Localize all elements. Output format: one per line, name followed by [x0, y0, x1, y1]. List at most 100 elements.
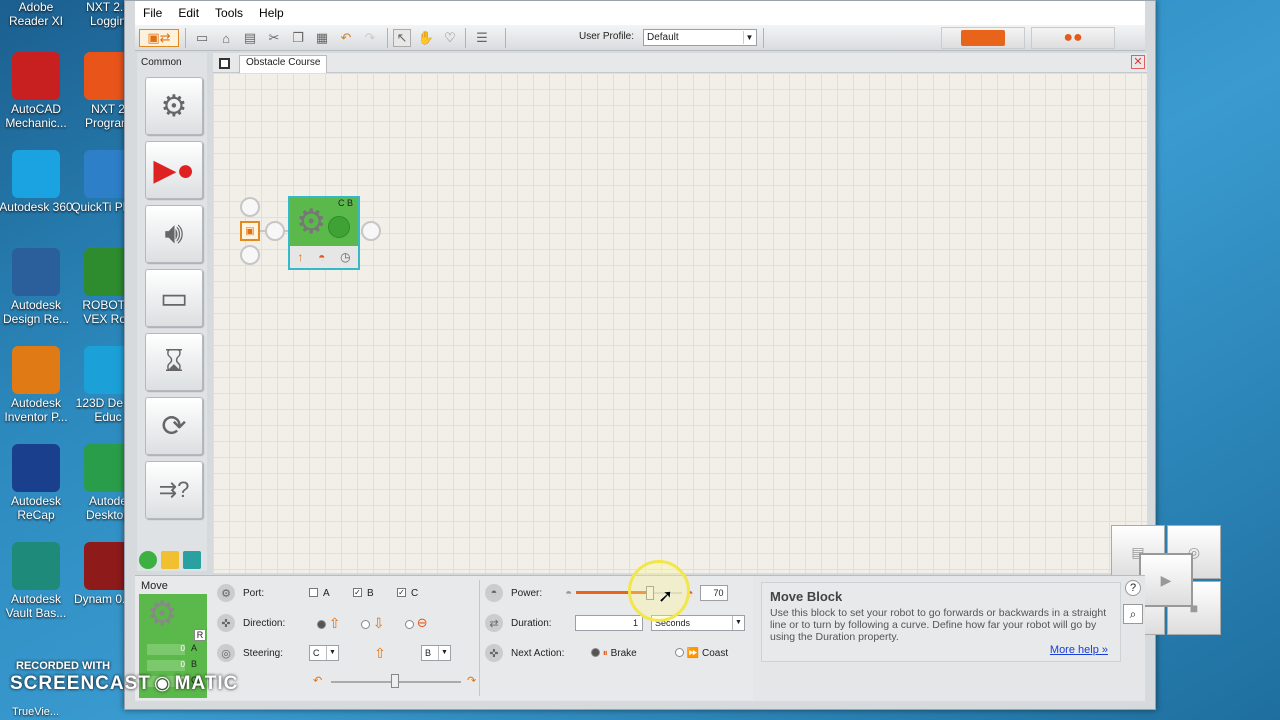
desktop-icon[interactable]: Autodesk 360 — [0, 150, 74, 214]
menu-edit[interactable]: Edit — [170, 6, 207, 20]
desktop-icon[interactable]: Autodesk ReCap — [0, 444, 74, 522]
switch-palette-button[interactable]: ⇉? — [145, 461, 203, 519]
power-value-input[interactable]: 70 — [699, 585, 728, 601]
port-row: ⚙ Port: A ✓ B ✓ C — [217, 580, 475, 606]
direction-row: ✜ Direction: ⇧ ⇩ ⊖ — [217, 610, 475, 636]
direction-backward-radio[interactable] — [361, 620, 370, 630]
direction-stop-radio[interactable] — [405, 619, 414, 629]
desktop-icon[interactable]: Autodesk Design Re... — [0, 248, 74, 326]
brake-icon: ⏸ — [602, 647, 608, 659]
copy-icon[interactable]: ❐ — [289, 29, 307, 47]
move-block[interactable]: ⚙ C B ↑ ◓ ◷ — [288, 196, 360, 270]
pan-tool-icon[interactable]: ✋ — [417, 29, 435, 47]
move-block-footer: ↑ ◓ ◷ — [290, 246, 358, 268]
nxt-brick-button[interactable] — [941, 27, 1025, 49]
app-icon — [12, 52, 60, 100]
steering-label: Steering: — [243, 647, 284, 659]
wait-palette-button[interactable]: ⌛︎ — [145, 333, 203, 391]
port-label: Port: — [243, 587, 265, 599]
user-profile-label: User Profile: — [579, 31, 635, 42]
menu-tools[interactable]: Tools — [207, 6, 251, 20]
cut-icon[interactable]: ✂ — [265, 29, 283, 47]
stop-circle-icon: ⊖ — [416, 615, 428, 630]
loop-palette-button[interactable]: ⟳ — [145, 397, 203, 455]
app-icon — [12, 150, 60, 198]
menu-help[interactable]: Help — [251, 6, 292, 20]
magnifier-icon[interactable]: ⌕ — [1123, 604, 1143, 624]
brake-radio[interactable] — [591, 648, 600, 658]
hourglass-icon: ⌛︎ — [164, 345, 184, 378]
sequence-beam-top[interactable] — [240, 197, 260, 217]
robot-educator-icon[interactable]: ▣⇄ — [139, 29, 179, 47]
redo-icon[interactable]: ↷ — [361, 29, 379, 47]
power-row: ◓ Power: ◓ ◓ 70 — [485, 580, 749, 606]
open-folder-icon[interactable]: ⌂ — [217, 29, 235, 47]
desktop-icon[interactable]: AutoCAD Mechanic... — [0, 52, 74, 130]
power-gauge-icon: ◓ — [485, 584, 503, 602]
desktop-icon[interactable]: Adobe Reader XI — [0, 0, 74, 28]
chevron-down-icon: ▼ — [326, 646, 338, 660]
record-icon: ◉ — [153, 673, 172, 694]
start-icon[interactable]: ▣ — [240, 221, 260, 241]
help-question-icon[interactable]: ? — [1125, 580, 1141, 596]
chevron-down-icon: ▼ — [743, 31, 755, 44]
user-profile-select[interactable]: Default ▼ — [643, 29, 757, 46]
duration-input[interactable]: 1 — [575, 615, 643, 631]
speaker-icon: 🔊︎ — [164, 217, 184, 250]
record-play-palette-button[interactable]: ▶● — [145, 141, 203, 199]
sequence-beam-bottom[interactable] — [240, 245, 260, 265]
custom-palette-tab-icon[interactable] — [183, 551, 201, 569]
run-program-icon[interactable]: ▶ — [1139, 553, 1193, 607]
port-a-checkbox[interactable] — [309, 588, 318, 598]
steer-right-icon: ↷ — [467, 675, 477, 687]
steering-left-port-select[interactable]: C ▼ — [309, 645, 339, 661]
menu-file[interactable]: File — [135, 6, 170, 20]
more-help-link[interactable]: More help » — [1050, 644, 1108, 656]
desktop-icon-label: Autodesk Design Re... — [2, 298, 70, 326]
steering-slider[interactable]: ↶ ↷ — [313, 672, 483, 692]
feedback-value-a: 0 — [147, 644, 185, 655]
comment-tool-icon[interactable]: ♡ — [441, 29, 459, 47]
program-canvas[interactable]: ▣ ⚙ C B ↑ ◓ ◷ ▤ ◎ ■ ▶ — [213, 73, 1221, 635]
desktop-icon-label: Autodesk 360 — [0, 200, 73, 214]
steering-slider-thumb[interactable] — [391, 674, 399, 688]
feedback-reset-button[interactable]: R — [194, 629, 206, 641]
move-block-palette-button[interactable]: ⚙ — [145, 77, 203, 135]
recording-watermark: RECORDED WITH SCREENCAST ◉ MATIC — [10, 660, 239, 694]
palette-tabs — [137, 549, 207, 571]
custom-palette-icon[interactable]: ☰ — [473, 29, 491, 47]
complete-palette-tab-icon[interactable] — [161, 551, 179, 569]
desktop-icon-label: Autodesk Vault Bas... — [5, 592, 67, 620]
document-tabstrip: Obstacle Course ✕ — [213, 53, 1147, 73]
feedback-port-a: A — [191, 643, 198, 653]
turtle-icon: ◓ — [565, 586, 573, 600]
undo-icon[interactable]: ↶ — [337, 29, 355, 47]
port-b-checkbox[interactable]: ✓ — [353, 588, 362, 598]
common-palette-tab-icon[interactable] — [139, 551, 157, 569]
sound-palette-button[interactable]: 🔊︎ — [145, 205, 203, 263]
help-body: Use this block to set your robot to go f… — [770, 607, 1107, 643]
port-c-checkbox[interactable]: ✓ — [397, 588, 406, 598]
desktop-icon[interactable]: Autodesk Vault Bas... — [0, 542, 74, 620]
duration-row: ⇄ Duration: 1 Seconds ▼ — [485, 610, 749, 636]
steering-right-port-select[interactable]: B ▼ — [421, 645, 451, 661]
power-label: Power: — [511, 587, 543, 599]
steer-left-icon: ↶ — [313, 675, 323, 687]
menu-bar: File Edit Tools Help — [135, 1, 1145, 25]
desktop-bottom-label: TrueVie... — [12, 706, 60, 718]
power-icon: ◓ — [318, 250, 326, 264]
new-file-icon[interactable]: ▭ — [193, 29, 211, 47]
display-palette-button[interactable]: ▭ — [145, 269, 203, 327]
paste-icon[interactable]: ▦ — [313, 29, 331, 47]
pointer-tool-icon[interactable]: ↖ — [393, 29, 411, 47]
direction-forward-radio[interactable] — [317, 620, 326, 630]
close-document-icon[interactable]: ✕ — [1131, 55, 1145, 69]
home-tab-icon[interactable] — [219, 58, 230, 69]
timer-icon: ◷ — [340, 250, 351, 264]
robo-center-button[interactable]: ●● — [1031, 27, 1115, 49]
coast-radio[interactable] — [675, 648, 684, 658]
save-icon[interactable]: ▤ — [241, 29, 259, 47]
desktop-icon[interactable]: Autodesk Inventor P... — [0, 346, 74, 424]
document-tab[interactable]: Obstacle Course — [239, 55, 328, 73]
sequence-end-node[interactable] — [361, 221, 381, 241]
